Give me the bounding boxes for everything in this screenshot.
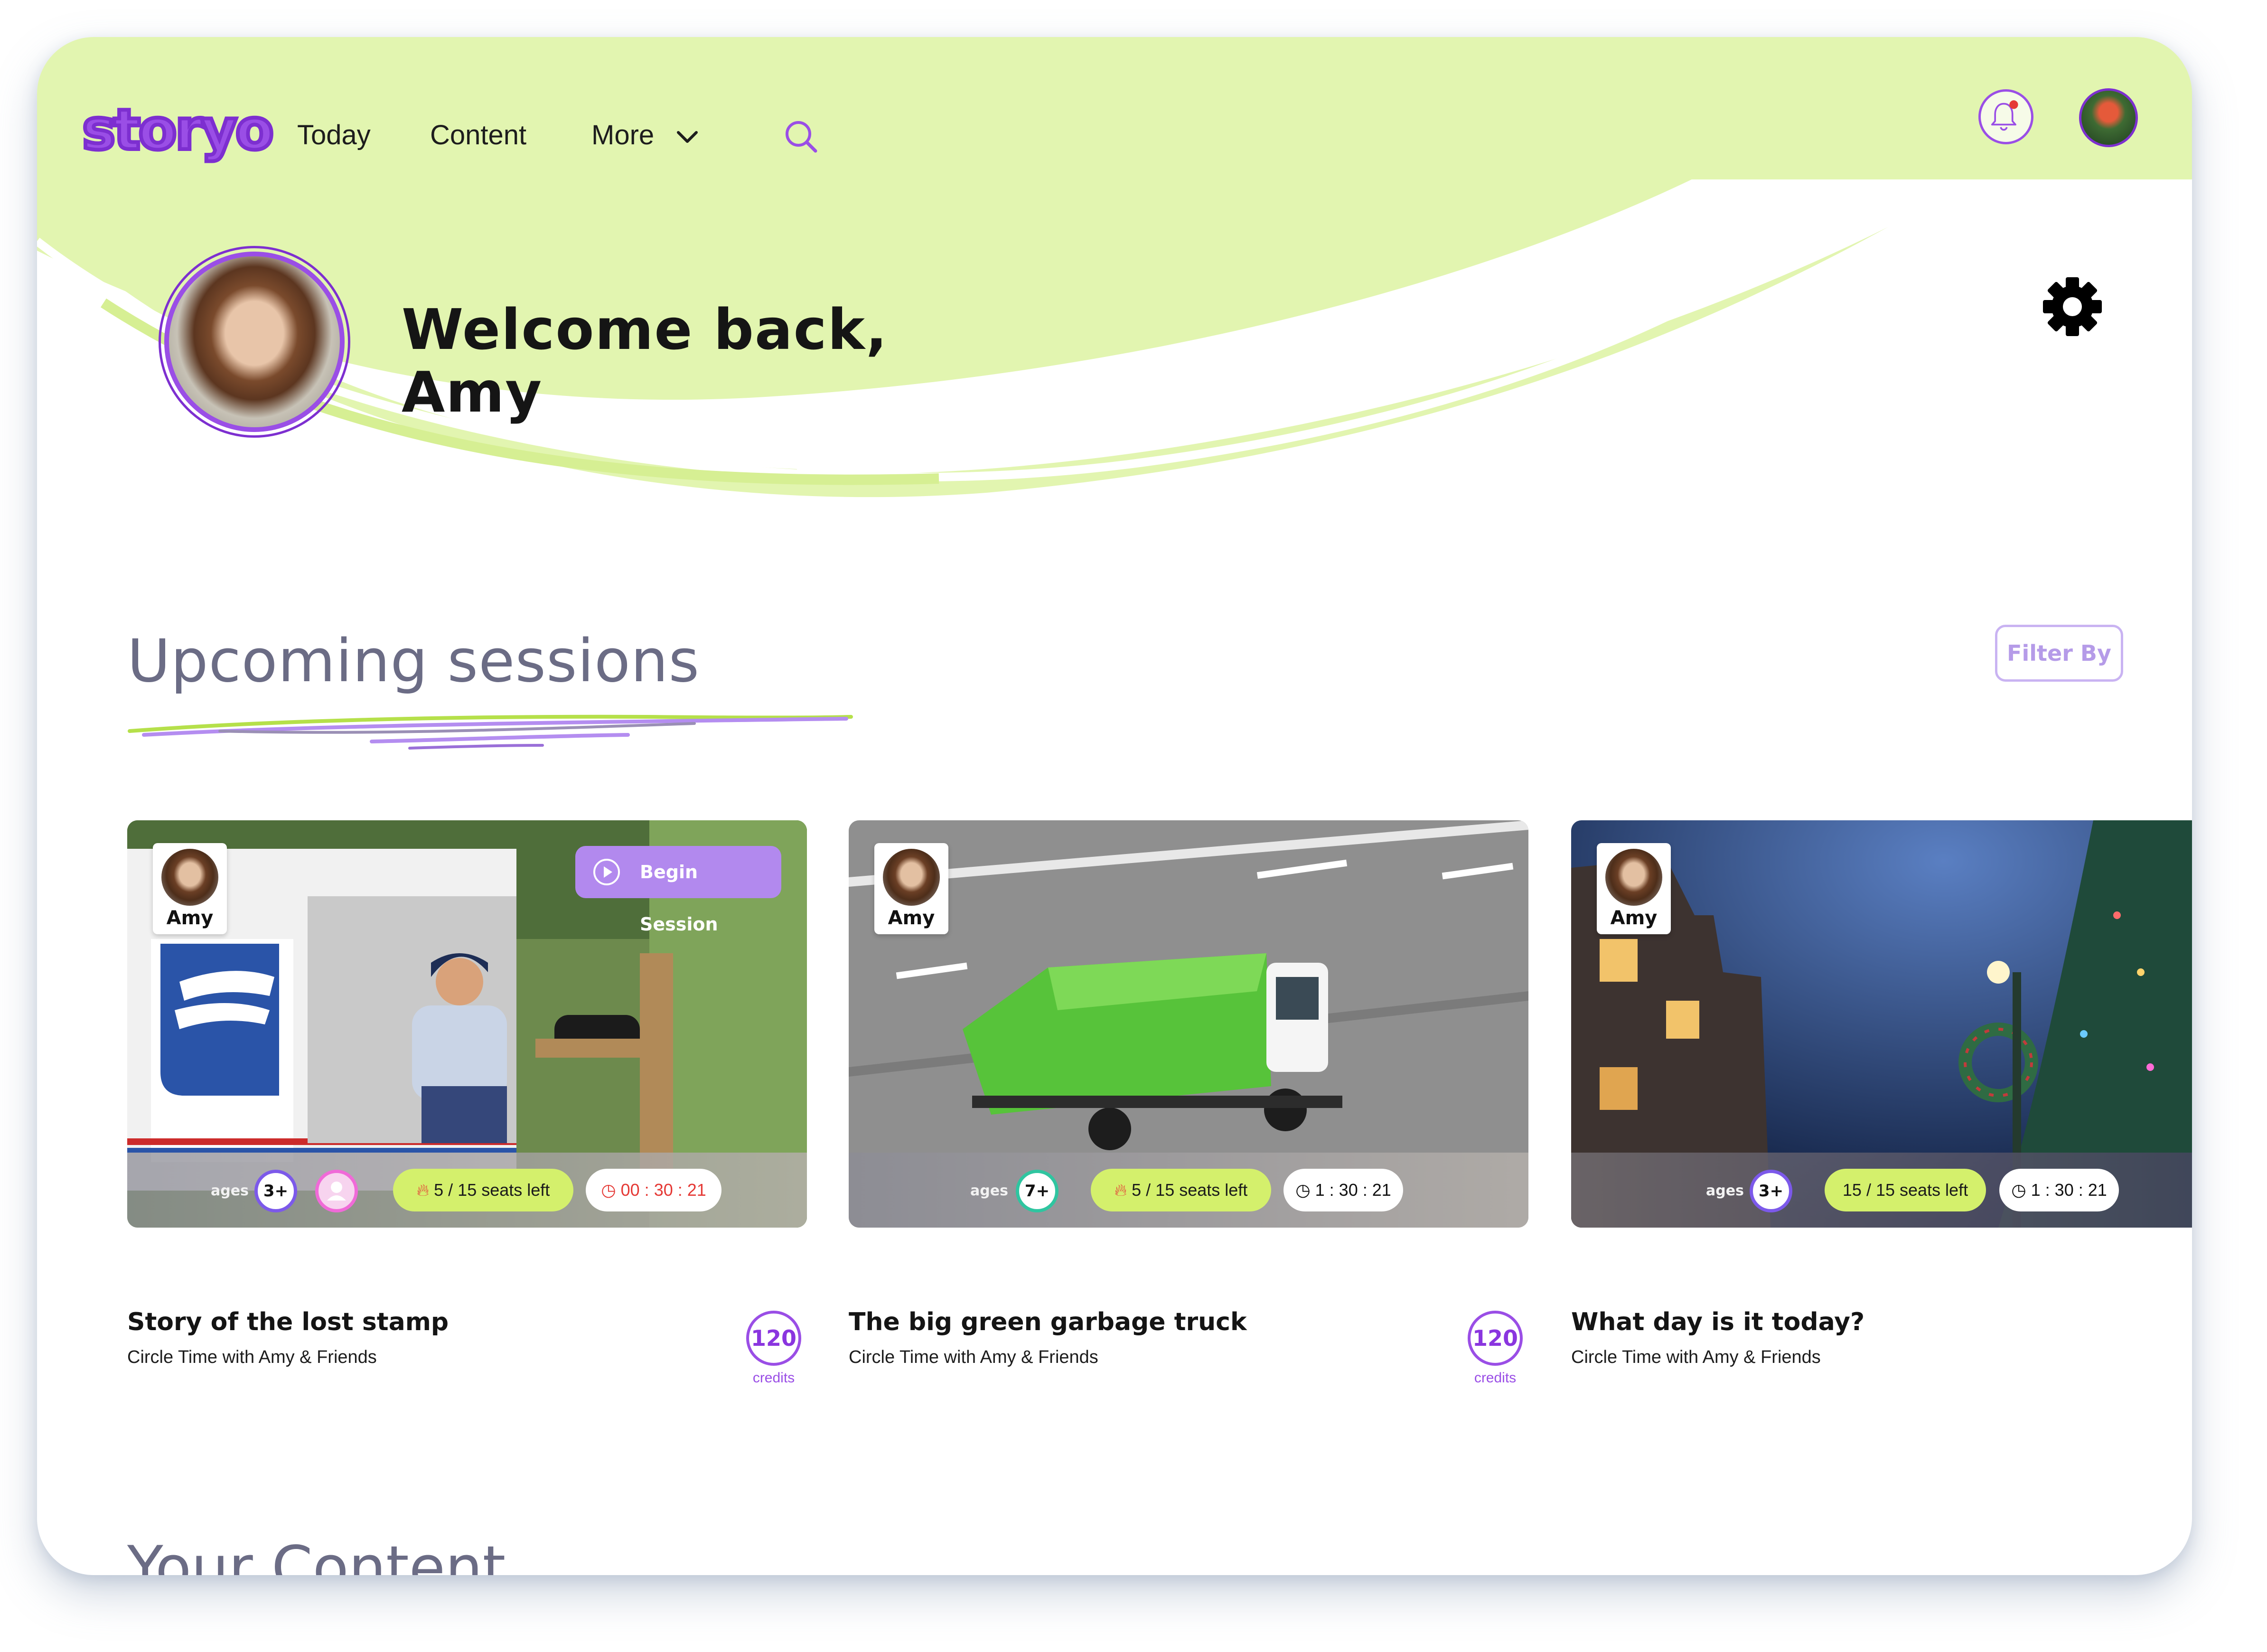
user-avatar[interactable] [2079,88,2138,147]
ages-label: ages [1706,1183,1744,1199]
session-subtitle: Circle Time with Amy & Friends [127,1347,377,1367]
flame-icon: 🔥︎ [416,1180,430,1200]
nav-today[interactable]: Today [297,119,371,152]
host-name: Amy [888,907,935,929]
begin-session-button[interactable]: Begin Session [575,846,781,935]
top-header [37,37,2192,179]
filter-by-button[interactable]: Filter By [1995,625,2123,682]
host-badge[interactable]: Amy [1597,843,1671,934]
credits-badge: 120 [1468,1311,1523,1366]
play-icon [593,859,620,885]
age-badge: 7+ [1016,1170,1059,1212]
timer-text: 1 : 30 : 21 [2031,1180,2107,1200]
title-underline-scribble [128,714,853,750]
countdown-timer: ◷ 00 : 30 : 21 [586,1169,721,1211]
bell-icon [1991,100,2018,131]
countdown-timer: ◷ 1 : 30 : 21 [1999,1169,2119,1211]
host-name: Amy [1610,907,1658,929]
clock-icon: ◷ [2011,1180,2026,1200]
host-avatar [161,849,218,906]
chevron-down-icon[interactable] [675,125,699,149]
seats-left-badge: 🔥︎ 5 / 15 seats left [393,1169,573,1211]
ages-label: ages [211,1183,249,1199]
host-badge[interactable]: Amy [874,843,948,934]
notification-button[interactable] [1978,89,2033,144]
storyo-logo[interactable]: storyo [80,94,276,165]
your-content-title: Your Content [127,1534,506,1575]
age-badge: 3+ [254,1170,297,1212]
app-window: storyo Today Content More Welcome back, … [37,37,2192,1575]
seats-left-badge: 🔥︎ 5 / 15 seats left [1091,1169,1271,1211]
session-title[interactable]: Story of the lost stamp [127,1305,449,1339]
host-avatar [1605,849,1662,906]
session-title[interactable]: The big green garbage truck [849,1305,1247,1339]
host-badge[interactable]: Amy [153,843,227,934]
credits-label: credits [1474,1370,1517,1386]
session-card[interactable]: Amy ages 3+ 15 / 15 seats left ◷ 1 : 30 … [1571,820,2192,1228]
welcome-name: Amy [402,359,543,425]
profile-avatar[interactable] [164,252,345,432]
seats-left-badge: 15 / 15 seats left [1825,1169,1986,1211]
clock-icon: ◷ [601,1180,616,1200]
timer-text: 1 : 30 : 21 [1315,1180,1391,1200]
session-title[interactable]: What day is it today? [1571,1305,1864,1339]
flame-icon: 🔥︎ [1114,1180,1127,1200]
ages-label: ages [970,1183,1008,1199]
welcome-line: Welcome back, [402,297,888,362]
nav-more[interactable]: More [591,119,654,152]
session-subtitle: Circle Time with Amy & Friends [849,1347,1098,1367]
host-name: Amy [166,907,214,929]
nav-content[interactable]: Content [430,119,526,152]
upcoming-sessions-title: Upcoming sessions [127,627,700,695]
seats-left-text: 5 / 15 seats left [1132,1180,1248,1200]
credits-label: credits [752,1370,795,1386]
session-subtitle: Circle Time with Amy & Friends [1571,1347,1821,1367]
host-avatar [883,849,940,906]
age-badge: 3+ [1750,1170,1792,1212]
credits-badge: 120 [746,1311,801,1366]
seats-left-text: 5 / 15 seats left [434,1180,550,1200]
begin-session-label: Begin Session [640,862,718,935]
countdown-timer: ◷ 1 : 30 : 21 [1283,1169,1403,1211]
kids-group-icon [315,1170,358,1212]
clock-icon: ◷ [1295,1180,1311,1200]
welcome-message: Welcome back, Amy [402,298,971,423]
session-card[interactable]: Amy Begin Session ages 3+ 🔥︎ 5 / 15 seat… [127,820,807,1228]
search-icon[interactable] [782,118,820,156]
session-card[interactable]: Amy ages 7+ 🔥︎ 5 / 15 seats left ◷ 1 : 3… [849,820,1528,1228]
timer-text: 00 : 30 : 21 [620,1180,706,1200]
gear-icon[interactable] [2039,273,2106,340]
